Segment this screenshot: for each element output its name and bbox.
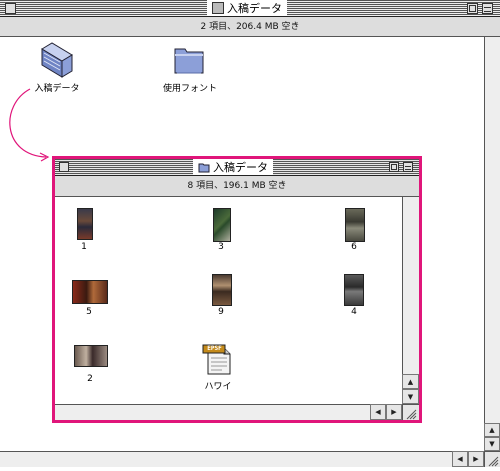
folder-icon[interactable]: [173, 43, 207, 77]
file-label-hawaii: ハワイ: [204, 382, 232, 392]
file-label-4: 4: [351, 307, 357, 317]
outer-info-text: 2 項目、206.4 MB 空き: [200, 22, 300, 32]
image-thumbnail-5[interactable]: [72, 280, 108, 304]
inner-window: 入稿データ 8 項目、196.1 MB 空き 1 3 6 5 9 4 2 EPS…: [55, 159, 419, 420]
image-thumbnail-4[interactable]: [344, 274, 364, 306]
outer-vertical-scrollbar[interactable]: [484, 37, 500, 451]
file-label-2: 2: [87, 374, 93, 384]
inner-window-title: 入稿データ: [193, 159, 273, 175]
file-label-9: 9: [218, 307, 224, 317]
file-label-1: 1: [81, 242, 87, 252]
folder-fonts-label: 使用フォント: [162, 84, 217, 94]
file-label-6: 6: [351, 242, 357, 252]
outer-close-box[interactable]: [5, 3, 16, 14]
inner-resize-grip[interactable]: [402, 404, 419, 420]
image-thumbnail-6[interactable]: [345, 208, 365, 242]
arrow-curve-icon: [9, 88, 50, 162]
image-thumbnail-9[interactable]: [212, 274, 232, 306]
inner-info-bar: 8 項目、196.1 MB 空き: [55, 176, 419, 197]
inner-zoom-box[interactable]: [389, 162, 399, 172]
outer-window-title: 入稿データ: [207, 0, 287, 16]
outer-scroll-up-button[interactable]: ▲: [484, 423, 500, 437]
outer-info-bar: 2 項目、206.4 MB 空き: [0, 17, 500, 37]
outer-scroll-right-button[interactable]: ▶: [468, 451, 484, 467]
outer-collapse-box[interactable]: [482, 3, 493, 14]
file-label-3: 3: [218, 242, 224, 252]
outer-scroll-down-button[interactable]: ▼: [484, 437, 500, 451]
inner-horizontal-scrollbar[interactable]: [55, 404, 402, 420]
epsf-document-icon[interactable]: EPSF: [202, 344, 234, 376]
outer-resize-grip[interactable]: [484, 451, 500, 467]
image-thumbnail-1[interactable]: [77, 208, 93, 240]
inner-collapse-box[interactable]: [403, 162, 413, 172]
inner-info-text: 8 項目、196.1 MB 空き: [187, 181, 287, 191]
image-thumbnail-3[interactable]: [213, 208, 231, 242]
shared-folder-small-icon: [212, 2, 224, 14]
inner-vertical-scrollbar[interactable]: [402, 197, 419, 404]
inner-scroll-left-button[interactable]: ◀: [370, 404, 386, 420]
inner-scroll-up-button[interactable]: ▲: [402, 374, 419, 389]
file-label-5: 5: [86, 307, 92, 317]
inner-scroll-down-button[interactable]: ▼: [402, 389, 419, 404]
folder-shared-icon[interactable]: [40, 41, 74, 79]
outer-zoom-box[interactable]: [467, 3, 478, 14]
inner-close-box[interactable]: [59, 162, 69, 172]
outer-scroll-left-button[interactable]: ◀: [452, 451, 468, 467]
outer-horizontal-scrollbar[interactable]: [0, 451, 484, 467]
image-thumbnail-2[interactable]: [74, 345, 108, 367]
epsf-badge: EPSF: [207, 345, 222, 352]
folder-small-icon: [198, 163, 210, 172]
inner-scroll-right-button[interactable]: ▶: [386, 404, 402, 420]
